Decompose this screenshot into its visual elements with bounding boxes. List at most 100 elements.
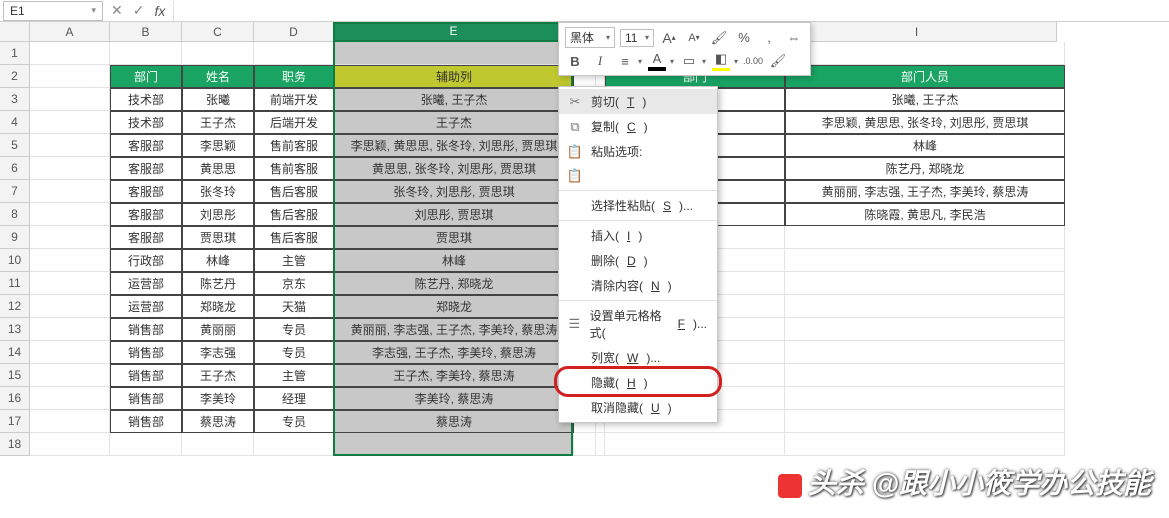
row-header-13[interactable]: 13 bbox=[0, 318, 30, 341]
cell-A12[interactable] bbox=[30, 295, 110, 318]
cell-E3[interactable]: 张曦, 王子杰 bbox=[334, 88, 574, 111]
ctx-paste_opt[interactable]: 📋粘贴选项: bbox=[559, 139, 717, 164]
align-icon[interactable]: ≡ bbox=[615, 51, 635, 71]
cell-D18[interactable] bbox=[254, 433, 334, 456]
cell-D10[interactable]: 主管 bbox=[254, 249, 334, 272]
cell-D5[interactable]: 售前客服 bbox=[254, 134, 334, 157]
ctx-colwidth[interactable]: 列宽(W)... bbox=[559, 345, 717, 370]
cell-A1[interactable] bbox=[30, 42, 110, 65]
cell-C1[interactable] bbox=[182, 42, 254, 65]
cell-H18[interactable] bbox=[605, 433, 785, 456]
row-header-8[interactable]: 8 bbox=[0, 203, 30, 226]
merge-menu-icon[interactable]: ⇔ bbox=[784, 28, 804, 48]
ctx-clear[interactable]: 清除内容(N) bbox=[559, 273, 717, 298]
cell-I16[interactable] bbox=[785, 387, 1065, 410]
fx-icon[interactable]: fx bbox=[154, 3, 165, 19]
row-header-15[interactable]: 15 bbox=[0, 364, 30, 387]
cell-E13[interactable]: 黄丽丽, 李志强, 王子杰, 李美玲, 蔡思涛 bbox=[334, 318, 574, 341]
cell-B14[interactable]: 销售部 bbox=[110, 341, 182, 364]
cell-B15[interactable]: 销售部 bbox=[110, 364, 182, 387]
cell-D3[interactable]: 前端开发 bbox=[254, 88, 334, 111]
cell-E18[interactable] bbox=[334, 433, 574, 456]
cell-I12[interactable] bbox=[785, 295, 1065, 318]
increase-font-icon[interactable]: A▴ bbox=[659, 28, 679, 48]
cell-D12[interactable]: 天猫 bbox=[254, 295, 334, 318]
cell-E1[interactable] bbox=[334, 42, 574, 65]
ctx-hide[interactable]: 隐藏(H) bbox=[559, 370, 717, 395]
decrease-font-icon[interactable]: A▾ bbox=[684, 28, 704, 48]
cell-D1[interactable] bbox=[254, 42, 334, 65]
cell-B9[interactable]: 客服部 bbox=[110, 226, 182, 249]
cell-I9[interactable] bbox=[785, 226, 1065, 249]
cell-E16[interactable]: 李美玲, 蔡思涛 bbox=[334, 387, 574, 410]
cell-B8[interactable]: 客服部 bbox=[110, 203, 182, 226]
ctx-format[interactable]: ☰设置单元格格式(F)... bbox=[559, 303, 717, 345]
cell-E12[interactable]: 郑晓龙 bbox=[334, 295, 574, 318]
cell-B7[interactable]: 客服部 bbox=[110, 180, 182, 203]
cell-A6[interactable] bbox=[30, 157, 110, 180]
column-header-B[interactable]: B bbox=[110, 22, 182, 42]
row-header-6[interactable]: 6 bbox=[0, 157, 30, 180]
cell-A9[interactable] bbox=[30, 226, 110, 249]
cell-C14[interactable]: 李志强 bbox=[182, 341, 254, 364]
cell-D4[interactable]: 后端开发 bbox=[254, 111, 334, 134]
cell-C4[interactable]: 王子杰 bbox=[182, 111, 254, 134]
cell-D16[interactable]: 经理 bbox=[254, 387, 334, 410]
ctx-paste_sp[interactable]: 选择性粘贴(S)... bbox=[559, 193, 717, 218]
cell-I7[interactable]: 黄丽丽, 李志强, 王子杰, 李美玲, 蔡思涛 bbox=[785, 180, 1065, 203]
cell-I14[interactable] bbox=[785, 341, 1065, 364]
row-header-14[interactable]: 14 bbox=[0, 341, 30, 364]
cell-B1[interactable] bbox=[110, 42, 182, 65]
cell-B10[interactable]: 行政部 bbox=[110, 249, 182, 272]
cell-I17[interactable] bbox=[785, 410, 1065, 433]
cell-E8[interactable]: 刘思彤, 贾思琪 bbox=[334, 203, 574, 226]
cell-C17[interactable]: 蔡思涛 bbox=[182, 410, 254, 433]
cell-C13[interactable]: 黄丽丽 bbox=[182, 318, 254, 341]
select-all-corner[interactable] bbox=[0, 22, 30, 42]
cell-I6[interactable]: 陈艺丹, 郑晓龙 bbox=[785, 157, 1065, 180]
column-header-D[interactable]: D bbox=[254, 22, 334, 42]
cell-C18[interactable] bbox=[182, 433, 254, 456]
formula-input[interactable] bbox=[173, 1, 1169, 21]
cell-grid[interactable]: 部门姓名职务辅助列部门部门人员技术部张曦前端开发张曦, 王子杰术部张曦, 王子杰… bbox=[30, 42, 1065, 456]
format-painter-icon[interactable]: 🖌 bbox=[768, 51, 788, 71]
cell-B4[interactable]: 技术部 bbox=[110, 111, 182, 134]
ctx-cut[interactable]: ✂剪切(T) bbox=[559, 89, 717, 114]
row-header-16[interactable]: 16 bbox=[0, 387, 30, 410]
cell-E10[interactable]: 林峰 bbox=[334, 249, 574, 272]
cell-B12[interactable]: 运营部 bbox=[110, 295, 182, 318]
row-header-7[interactable]: 7 bbox=[0, 180, 30, 203]
cell-E15[interactable]: 王子杰, 李美玲, 蔡思涛 bbox=[334, 364, 574, 387]
cell-F18[interactable] bbox=[574, 433, 596, 456]
cell-B2[interactable]: 部门 bbox=[110, 65, 182, 88]
cell-A14[interactable] bbox=[30, 341, 110, 364]
cell-E5[interactable]: 李思颖, 黄思思, 张冬玲, 刘思彤, 贾思琪 bbox=[334, 134, 574, 157]
name-box[interactable]: E1 ▾ bbox=[3, 1, 103, 21]
cell-I8[interactable]: 陈晓霞, 黄思凡, 李民浩 bbox=[785, 203, 1065, 226]
cell-A16[interactable] bbox=[30, 387, 110, 410]
cell-E6[interactable]: 黄思思, 张冬玲, 刘思彤, 贾思琪 bbox=[334, 157, 574, 180]
cell-B18[interactable] bbox=[110, 433, 182, 456]
cell-C15[interactable]: 王子杰 bbox=[182, 364, 254, 387]
column-header-A[interactable]: A bbox=[30, 22, 110, 42]
ctx-copy[interactable]: ⧉复制(C) bbox=[559, 114, 717, 139]
cell-C16[interactable]: 李美玲 bbox=[182, 387, 254, 410]
italic-icon[interactable]: I bbox=[590, 51, 610, 71]
cell-C3[interactable]: 张曦 bbox=[182, 88, 254, 111]
cell-G18[interactable] bbox=[596, 433, 605, 456]
context-menu[interactable]: ✂剪切(T)⧉复制(C)📋粘贴选项:📋选择性粘贴(S)...插入(I)删除(D)… bbox=[558, 86, 718, 423]
ctx-paste-option-a[interactable]: 📋 bbox=[559, 164, 717, 188]
row-header-3[interactable]: 3 bbox=[0, 88, 30, 111]
row-header-5[interactable]: 5 bbox=[0, 134, 30, 157]
cell-D14[interactable]: 专员 bbox=[254, 341, 334, 364]
cell-I2[interactable]: 部门人员 bbox=[785, 65, 1065, 88]
cell-D13[interactable]: 专员 bbox=[254, 318, 334, 341]
font-size-select[interactable]: 11▾ bbox=[620, 29, 654, 47]
name-box-dropdown-icon[interactable]: ▾ bbox=[91, 5, 96, 16]
cell-E9[interactable]: 贾思琪 bbox=[334, 226, 574, 249]
row-header-1[interactable]: 1 bbox=[0, 42, 30, 65]
cell-C12[interactable]: 郑晓龙 bbox=[182, 295, 254, 318]
row-header-18[interactable]: 18 bbox=[0, 433, 30, 456]
cell-C7[interactable]: 张冬玲 bbox=[182, 180, 254, 203]
cell-I15[interactable] bbox=[785, 364, 1065, 387]
